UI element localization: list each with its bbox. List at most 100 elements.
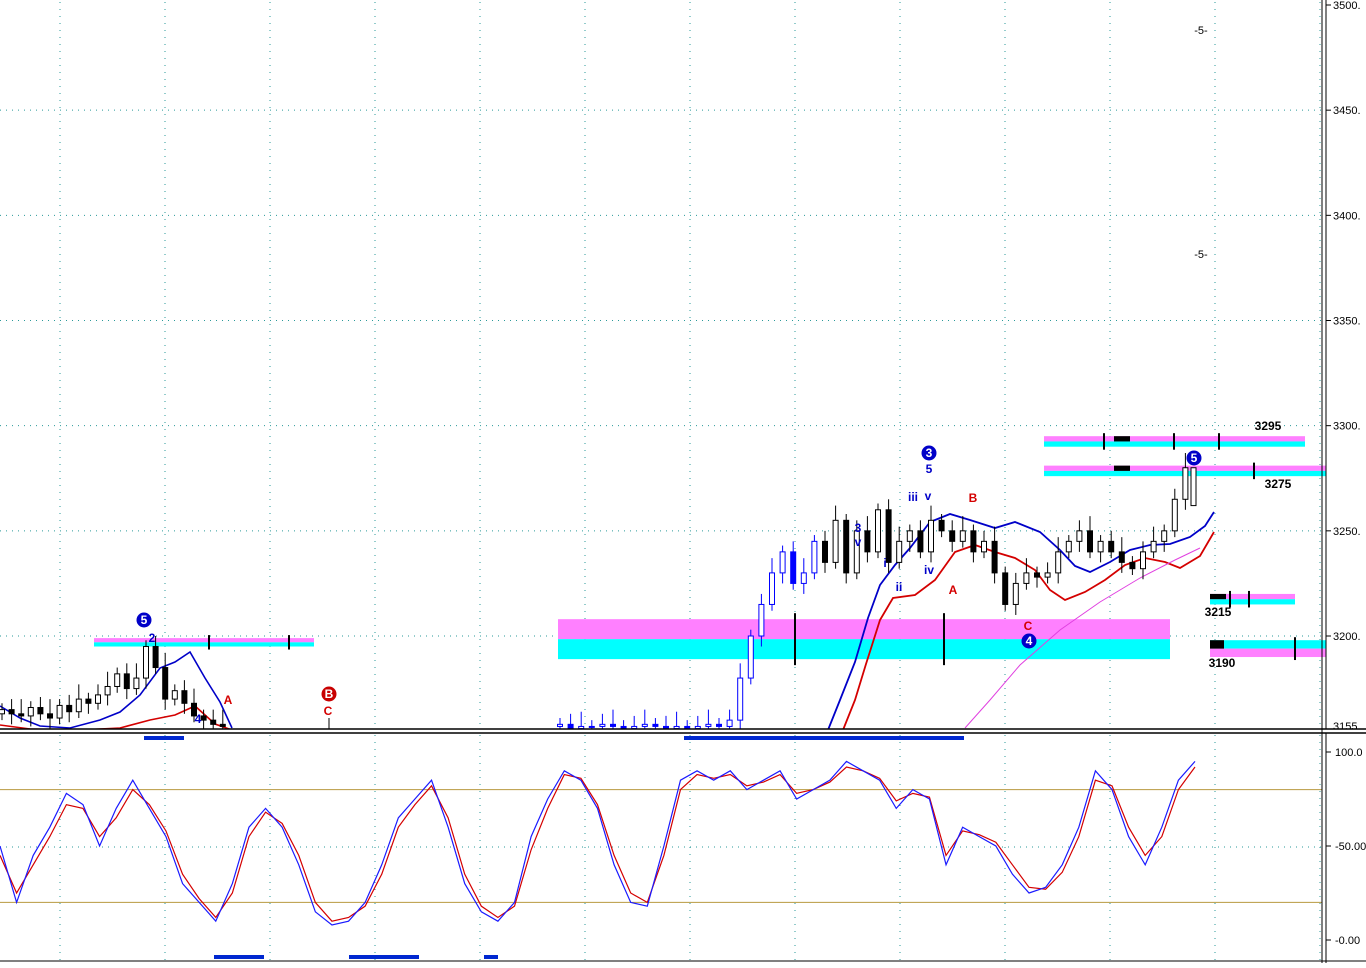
candle-body [181, 690, 188, 704]
price-axis-label: 3350. [1333, 316, 1361, 328]
stochastic-d-line [0, 766, 1196, 922]
candle-body [885, 509, 892, 563]
candle-body [652, 723, 659, 727]
circled-wave-5-left: 5 [141, 613, 148, 627]
price-axis-label: 3400. [1333, 210, 1361, 222]
candle-body [906, 530, 913, 542]
price-axis-label: 3300. [1333, 421, 1361, 433]
circled-wave-b: B [325, 687, 334, 701]
wave-label-red: C [1024, 619, 1033, 633]
level-label: 3275 [1265, 477, 1292, 491]
circled-wave-3: 3 [926, 446, 933, 460]
candle-body [610, 723, 616, 727]
candle-body [1055, 551, 1062, 574]
candle-body [970, 530, 977, 553]
zone-block-marker [1114, 436, 1130, 442]
candle-body [1012, 582, 1019, 605]
candle-body [928, 519, 934, 553]
candle-body [1002, 572, 1009, 605]
chart-window: 5 B 3 4 5 2 4 3 v i ii 5 iii v iv A C A B C -5- -5- 3295 3275 32… [0, 0, 1366, 963]
candle-body [864, 530, 871, 553]
candle-body [1034, 572, 1040, 578]
candle-body [75, 698, 82, 713]
wave-label-blue: 4 [195, 712, 202, 726]
candle-body [1182, 467, 1189, 500]
candle-body [200, 715, 207, 721]
candle-body [1108, 540, 1115, 553]
candle-body [567, 723, 574, 730]
wave-label-blue: v [925, 489, 932, 503]
candle-body [27, 707, 34, 717]
wave-label-red: B [969, 491, 978, 505]
candle-body [143, 646, 149, 679]
zone-block-marker [1114, 465, 1130, 471]
candle-body [210, 719, 217, 725]
chart-canvas[interactable]: 5B345243viii5iii vivACABC-5--5-3295327532… [0, 0, 1366, 963]
candle-body [1023, 572, 1030, 584]
candle-body [47, 713, 53, 719]
stochastic-k-line [0, 760, 1196, 926]
candle-body [620, 725, 627, 730]
price-zones-layer [94, 433, 1326, 666]
wave-label-red: C [324, 704, 333, 718]
candles-layer [0, 453, 1197, 730]
zone-band-top [1210, 640, 1326, 649]
candle-body [557, 723, 563, 727]
zone-band-bottom [1210, 599, 1295, 605]
price-axis-label: 3200. [1333, 631, 1361, 643]
candle-body [959, 530, 966, 542]
candle-body [578, 725, 585, 730]
candle-body [1097, 540, 1104, 553]
candle-body [588, 725, 595, 728]
candle-body [85, 698, 92, 704]
level-label: 3295 [1255, 419, 1282, 433]
candle-body [123, 673, 130, 690]
candle-body [875, 509, 881, 553]
circled-wave-4: 4 [1026, 634, 1033, 648]
candle-body [800, 572, 807, 584]
time-marker [484, 955, 498, 959]
stochastic-axis-label: -0.00 [1335, 935, 1360, 947]
price-axis-label: 3250. [1333, 526, 1361, 538]
candle-body [1140, 551, 1146, 570]
candle-body [8, 709, 15, 715]
zone-block-marker [1210, 640, 1224, 649]
candle-body [705, 723, 712, 727]
candle-body [1087, 530, 1093, 553]
candle-body [938, 519, 945, 532]
stochastic-axis-label: 100.0 [1335, 747, 1363, 759]
candle-body [641, 723, 648, 727]
candle-body [1150, 540, 1157, 553]
zone-band-bottom [94, 642, 314, 647]
candle-body [1171, 498, 1178, 532]
candle-body [832, 519, 839, 563]
stochastic-panel-layer: 100.0 -50.00 -0.00 [0, 747, 1366, 959]
wave-label-red: A [224, 693, 233, 707]
price-axis-layer: 3500.3450.3400.3350.3300.3250.3200.3155 [1325, 0, 1361, 963]
candle-body [896, 540, 903, 563]
candle-body [811, 540, 818, 574]
candle-body [631, 725, 638, 730]
wave-label-blue: 5 [926, 462, 933, 476]
candle-body [726, 719, 733, 727]
candle-body [949, 530, 956, 542]
wave-label-blue: 2 [149, 631, 156, 645]
circled-wave-5-right: 5 [1191, 451, 1198, 465]
level-label: 3190 [1209, 656, 1236, 670]
candle-body [1118, 551, 1125, 563]
candle-body [56, 704, 63, 719]
price-axis-label: 3500. [1333, 0, 1361, 12]
time-marker [214, 955, 264, 959]
candle-body [663, 725, 669, 730]
candle-body [1076, 530, 1083, 542]
price-axis-label: 3450. [1333, 105, 1361, 117]
projection-label: -5- [1194, 249, 1208, 261]
candle-body [1129, 561, 1136, 570]
zone-block-marker [1210, 593, 1226, 600]
candle-body [66, 704, 73, 713]
candle-body [684, 725, 691, 730]
candle-body [1044, 572, 1051, 578]
wave-label-blue: 3 [855, 521, 862, 535]
candle-body [162, 667, 169, 700]
candle-body [95, 694, 101, 704]
